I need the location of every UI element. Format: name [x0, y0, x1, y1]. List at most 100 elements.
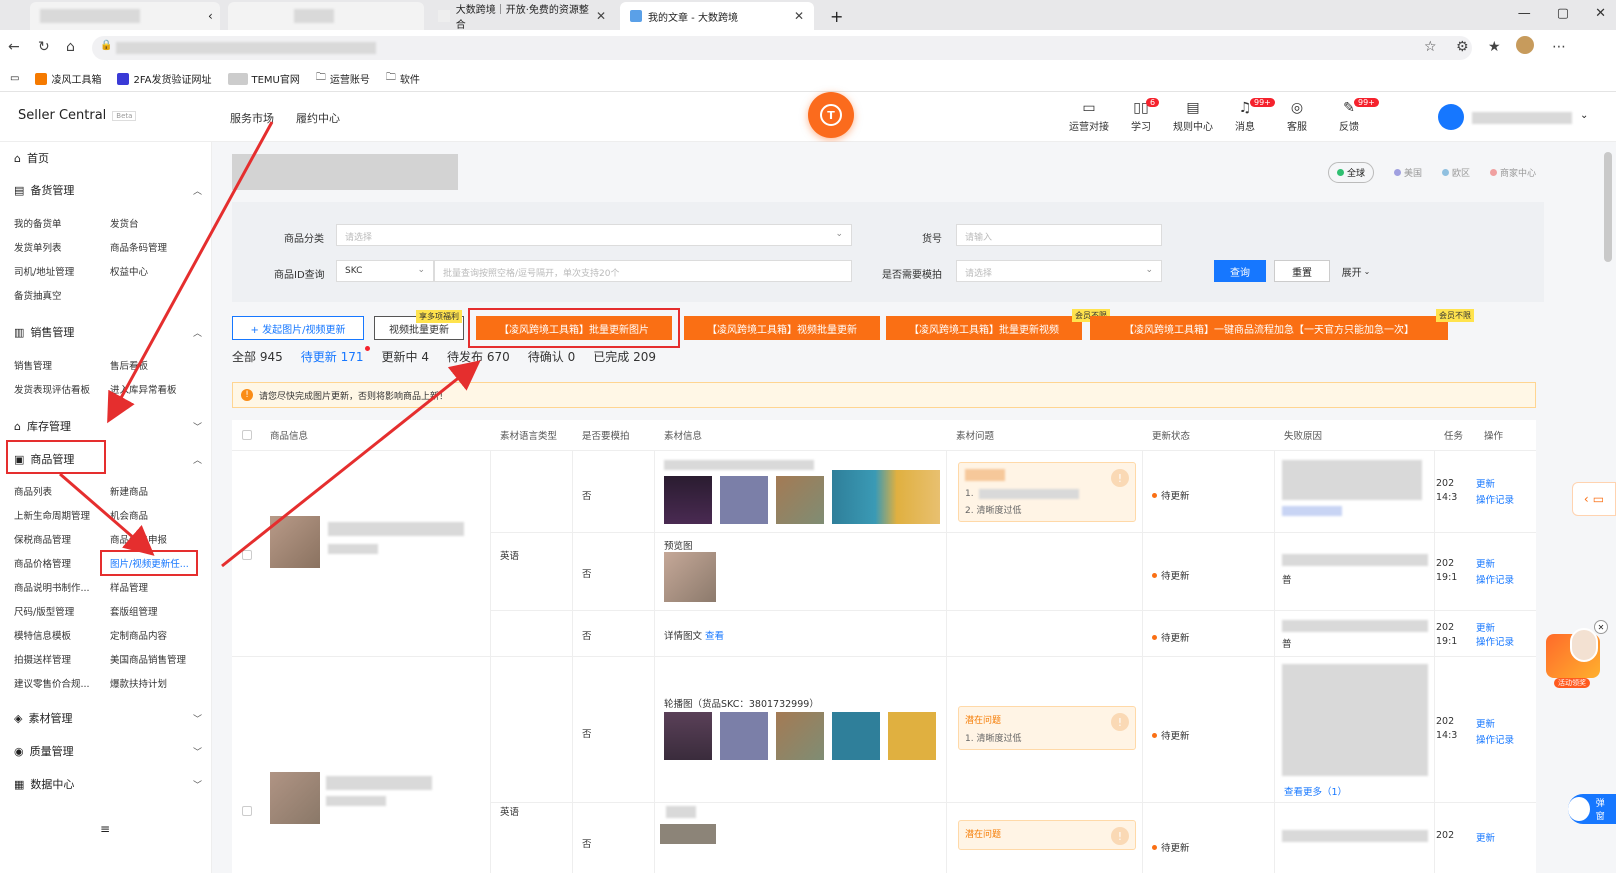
- favorites-icon[interactable]: ★: [1488, 39, 1501, 55]
- chevron-left-icon[interactable]: ‹: [208, 2, 224, 30]
- close-window-button[interactable]: ✕: [1595, 6, 1606, 21]
- avatar[interactable]: [1438, 104, 1464, 130]
- expand-button[interactable]: 展开 ⌄: [1336, 260, 1376, 282]
- sidebar-group-data[interactable]: ▦ 数据中心 ﹀: [14, 776, 210, 792]
- id-batch-input[interactable]: 批量查询按照空格/逗号隔开，单次支持20个: [434, 260, 852, 282]
- page-scrollbar[interactable]: [1604, 152, 1612, 262]
- update-link[interactable]: 更新: [1476, 716, 1495, 730]
- sidebar-item[interactable]: 司机/地址管理: [14, 264, 74, 278]
- sidebar-item[interactable]: 权益中心: [110, 264, 148, 278]
- material-thumbnail[interactable]: [888, 712, 936, 760]
- chevron-down-icon[interactable]: ⌄: [1580, 110, 1588, 121]
- start-update-button[interactable]: + 发起图片/视频更新: [232, 316, 364, 340]
- sidebar-item[interactable]: 备货抽真空: [14, 288, 62, 302]
- gift-promo[interactable]: 活动领奖 ✕: [1540, 620, 1608, 688]
- material-thumbnail[interactable]: [720, 476, 768, 524]
- update-link[interactable]: 更新: [1476, 620, 1495, 634]
- sidebar-item[interactable]: 售后看板: [110, 358, 148, 372]
- sidebar-group-stock[interactable]: ▤ 备货管理 ︿: [14, 182, 210, 198]
- tab-pending-update[interactable]: 待更新 171: [301, 348, 364, 365]
- region-us[interactable]: 美国: [1393, 166, 1422, 179]
- view-more-link[interactable]: 查看更多（1）: [1284, 784, 1347, 798]
- blurred-tab[interactable]: [30, 2, 220, 30]
- sidebar-item[interactable]: 爆款扶持计划: [110, 676, 167, 690]
- header-ops-contact[interactable]: ▭ 运营对接: [1064, 100, 1114, 133]
- lingfeng-plugin-button[interactable]: T: [808, 92, 854, 138]
- history-link[interactable]: 操作记录: [1476, 634, 1514, 648]
- bookmark-folder-accounts[interactable]: 🗀 运营账号: [316, 70, 370, 87]
- sidebar-item[interactable]: 销售管理: [14, 358, 52, 372]
- material-thumbnail[interactable]: [832, 470, 940, 524]
- update-link[interactable]: 更新: [1476, 476, 1495, 490]
- minimize-button[interactable]: —: [1518, 6, 1531, 21]
- tablet-icon[interactable]: ▭: [10, 73, 19, 84]
- sidebar-item[interactable]: 商品价格管理: [14, 556, 71, 570]
- collapse-sidebar-icon[interactable]: ≡: [100, 822, 110, 836]
- bookmark-2fa[interactable]: 2FA发货验证网址: [117, 71, 212, 86]
- region-eu[interactable]: 欧区: [1441, 166, 1470, 179]
- sidebar-item[interactable]: 机会商品: [110, 508, 148, 522]
- sidebar-group-sales[interactable]: ▥ 销售管理 ︿: [14, 324, 210, 340]
- close-icon[interactable]: ✕: [596, 9, 606, 23]
- sidebar-item[interactable]: 上新生命周期管理: [14, 508, 90, 522]
- sidebar-item[interactable]: 建议零售价合规...: [14, 676, 90, 690]
- sidebar-item[interactable]: 商品列表: [14, 484, 52, 498]
- bookmark-folder-software[interactable]: 🗀 软件: [386, 70, 420, 87]
- sidebar-item[interactable]: 美国商品销售管理: [110, 652, 186, 666]
- view-link[interactable]: 查看: [705, 631, 724, 642]
- sidebar-item[interactable]: 发货单列表: [14, 240, 62, 254]
- profile-icon[interactable]: [1516, 36, 1534, 54]
- sidebar-item[interactable]: 尺码/版型管理: [14, 604, 74, 618]
- lingfeng-batch-video-2-button[interactable]: 【凌风跨境工具箱】批量更新视频: [886, 316, 1082, 340]
- sidebar-item[interactable]: 商品价格申报: [110, 532, 167, 546]
- header-rules[interactable]: ▤ 规则中心: [1168, 100, 1218, 133]
- sidebar-item[interactable]: 新建商品: [110, 484, 148, 498]
- sidebar-group-inventory[interactable]: ⌂ 库存管理 ﹀: [14, 418, 210, 434]
- sidebar-item[interactable]: 模特信息模板: [14, 628, 71, 642]
- tab-pending-confirm[interactable]: 待确认 0: [528, 348, 575, 365]
- brand[interactable]: Seller Central Beta: [18, 108, 137, 123]
- material-thumbnail[interactable]: [660, 824, 716, 844]
- sidebar-item[interactable]: 定制商品内容: [110, 628, 167, 642]
- select-all-checkbox[interactable]: [242, 430, 252, 440]
- tab-updating[interactable]: 更新中 4: [382, 348, 429, 365]
- more-icon[interactable]: ⋯: [1552, 39, 1566, 55]
- tab-all[interactable]: 全部 945: [232, 348, 283, 365]
- query-button[interactable]: 查询: [1214, 260, 1266, 282]
- history-link[interactable]: 操作记录: [1476, 572, 1514, 586]
- star-icon[interactable]: ☆: [1424, 39, 1437, 55]
- sidebar-group-materials[interactable]: ◈ 素材管理 ﹀: [14, 710, 210, 726]
- lingfeng-batch-video-button[interactable]: 【凌风跨境工具箱】视频批量更新: [684, 316, 880, 340]
- reset-button[interactable]: 重置: [1274, 260, 1330, 282]
- reload-icon[interactable]: ↻: [38, 39, 50, 55]
- material-thumbnail[interactable]: [664, 552, 716, 602]
- lingfeng-expedite-button[interactable]: 【凌风跨境工具箱】一键商品流程加急【一天官方只能加急一次】: [1090, 316, 1448, 340]
- bookmark-lingfeng[interactable]: 凌风工具箱: [35, 71, 101, 86]
- sidebar-item[interactable]: 发货台: [110, 216, 139, 230]
- sidebar-item[interactable]: 拍摄送样管理: [14, 652, 71, 666]
- sku-input[interactable]: 请输入: [956, 224, 1162, 246]
- back-arrow-icon[interactable]: ←: [8, 39, 20, 55]
- material-thumbnail[interactable]: [776, 476, 824, 524]
- sidebar-item[interactable]: 商品条码管理: [110, 240, 167, 254]
- tab-my-articles[interactable]: 我的文章 - 大数跨境 ✕: [620, 2, 814, 30]
- material-thumbnail[interactable]: [776, 712, 824, 760]
- tab-completed[interactable]: 已完成 209: [593, 348, 656, 365]
- sidebar-item[interactable]: 保税商品管理: [14, 532, 71, 546]
- tab-pending-publish[interactable]: 待发布 670: [447, 348, 510, 365]
- nav-fulfillment[interactable]: 履约中心: [296, 110, 340, 126]
- region-merchant[interactable]: 商家中心: [1489, 166, 1536, 179]
- sidebar-item[interactable]: 我的备货单: [14, 216, 62, 230]
- header-support[interactable]: ◎ 客服: [1272, 100, 1322, 133]
- material-thumbnail[interactable]: [832, 712, 880, 760]
- close-icon[interactable]: ✕: [1594, 620, 1608, 634]
- home-icon[interactable]: ⌂: [66, 39, 75, 55]
- sidebar-item[interactable]: 发货表现评估看板: [14, 382, 90, 396]
- close-icon[interactable]: ✕: [794, 9, 804, 23]
- update-link[interactable]: 更新: [1476, 830, 1495, 844]
- sidebar-item[interactable]: 进入库异常看板: [110, 382, 177, 396]
- blurred-tab-2[interactable]: [228, 2, 424, 30]
- update-link[interactable]: 更新: [1476, 556, 1495, 570]
- row-checkbox[interactable]: [242, 806, 252, 816]
- material-thumbnail[interactable]: [664, 712, 712, 760]
